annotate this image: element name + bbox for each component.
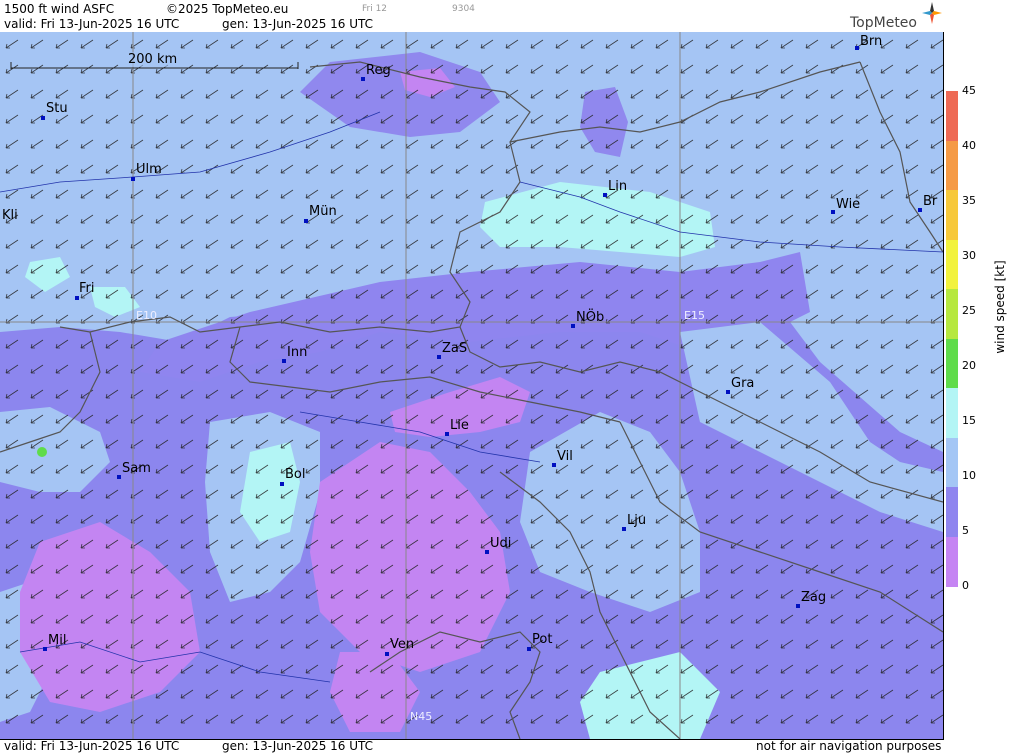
legend-tick-label: 0 (962, 579, 969, 592)
city-label-bol[interactable]: Bol (285, 467, 305, 482)
wind-map[interactable]: 200 km E10 E15 N45 Brn Reg Stu Ulm Lin W… (0, 32, 944, 740)
grid-label-e10: E10 (136, 309, 157, 322)
city-marker (43, 647, 47, 651)
city-marker (131, 177, 135, 181)
city-marker (41, 116, 45, 120)
brand-logo-text: TopMeteo (850, 15, 917, 31)
legend-tick-label: 40 (962, 139, 976, 152)
city-label-nob[interactable]: NÖb (576, 310, 604, 325)
city-marker (552, 463, 556, 467)
city-label-fri[interactable]: Fri (79, 281, 95, 296)
city-marker (75, 296, 79, 300)
wind-arrows (0, 32, 943, 739)
compass-logo-icon (922, 2, 942, 24)
scale-label: 200 km (122, 52, 184, 67)
city-marker (361, 77, 365, 81)
legend-tick-label: 15 (962, 414, 976, 427)
city-marker (571, 324, 575, 328)
city-marker (603, 193, 607, 197)
legend-color-band (946, 190, 958, 241)
city-label-mil[interactable]: Mil (48, 633, 66, 648)
run-code: 9304 (452, 4, 475, 14)
legend-color-band (946, 91, 958, 142)
city-label-vil[interactable]: Vil (557, 449, 573, 464)
city-marker (485, 550, 489, 554)
product-title: 1500 ft wind ASFC (4, 2, 115, 16)
city-marker (282, 359, 286, 363)
copyright: ©2025 TopMeteo.eu (166, 2, 289, 16)
city-label-zag[interactable]: Zag (801, 590, 826, 605)
city-marker (726, 390, 730, 394)
city-marker (622, 527, 626, 531)
grid-label-e15: E15 (684, 309, 705, 322)
city-label-pot[interactable]: Pot (532, 632, 552, 647)
city-label-gra[interactable]: Gra (731, 376, 754, 391)
legend-tick-label: 25 (962, 304, 976, 317)
city-label-inn[interactable]: Inn (287, 345, 307, 360)
city-marker (527, 647, 531, 651)
city-label-lju[interactable]: Lju (627, 513, 646, 528)
legend-color-band (946, 239, 958, 290)
legend-color-band (946, 536, 958, 587)
city-marker (918, 208, 922, 212)
grid-label-n45: N45 (410, 710, 433, 723)
legend-tick-label: 5 (962, 524, 969, 537)
city-marker (855, 46, 859, 50)
footer-valid-time: valid: Fri 13-Jun-2025 16 UTC (4, 739, 180, 753)
legend-color-band (946, 388, 958, 439)
city-marker (304, 219, 308, 223)
city-marker (796, 604, 800, 608)
legend-color-band (946, 140, 958, 191)
valid-time: valid: Fri 13-Jun-2025 16 UTC (4, 17, 180, 31)
legend-title: wind speed [kt] (993, 260, 1007, 354)
city-label-zas[interactable]: ZaS (442, 341, 467, 356)
city-label-stu[interactable]: Stu (46, 101, 68, 116)
city-marker (437, 355, 441, 359)
footer-disclaimer: not for air navigation purposes (756, 739, 942, 753)
city-label-ven[interactable]: Ven (390, 637, 414, 652)
city-marker (280, 482, 284, 486)
legend-color-band (946, 338, 958, 389)
city-marker (385, 652, 389, 656)
legend-tick-label: 10 (962, 469, 976, 482)
city-label-reg[interactable]: Reg (366, 63, 391, 78)
city-label-wie[interactable]: Wie (836, 197, 860, 212)
city-label-brn[interactable]: Brn (860, 34, 882, 49)
legend-color-band (946, 487, 958, 538)
city-label-mun[interactable]: Mün (309, 204, 337, 219)
city-label-br[interactable]: Br (923, 194, 937, 209)
city-marker (117, 475, 121, 479)
legend-colorbar (946, 91, 958, 587)
day-label: Fri 12 (362, 4, 388, 14)
legend-tick-label: 20 (962, 359, 976, 372)
legend-color-band (946, 289, 958, 340)
city-marker (445, 432, 449, 436)
city-label-sam[interactable]: Sam (122, 461, 151, 476)
city-label-lin[interactable]: Lin (608, 179, 627, 194)
city-label-kli[interactable]: Kli (2, 208, 18, 223)
legend-tick-label: 30 (962, 249, 976, 262)
city-label-lie[interactable]: Lie (450, 418, 469, 433)
legend-tick-label: 35 (962, 194, 976, 207)
legend-color-band (946, 437, 958, 488)
footer-gen-time: gen: 13-Jun-2025 16 UTC (222, 739, 374, 753)
city-marker (831, 210, 835, 214)
gen-time: gen: 13-Jun-2025 16 UTC (222, 17, 374, 31)
city-label-ulm[interactable]: Ulm (136, 162, 162, 177)
legend-tick-label: 45 (962, 84, 976, 97)
city-label-udi[interactable]: Udi (490, 536, 511, 551)
